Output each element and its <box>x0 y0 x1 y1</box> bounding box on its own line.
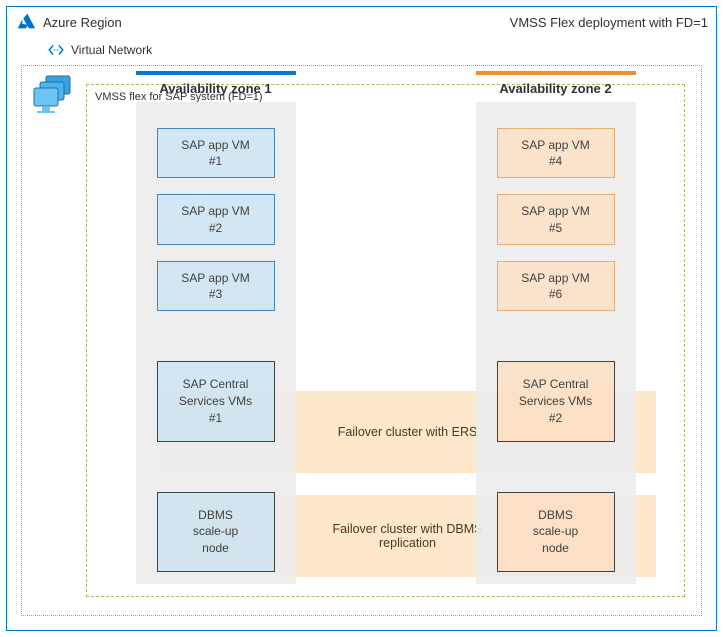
sap-app-vm-5: SAP app VM #5 <box>497 194 615 244</box>
vm-label: SAP app VM <box>521 271 589 285</box>
sap-central-services-2: SAP Central Services VMs #2 <box>497 361 615 441</box>
sap-app-vm-1: SAP app VM #1 <box>157 128 275 178</box>
vnet-label-row: Virtual Network <box>11 39 712 65</box>
dbms-line2: scale-up <box>533 524 578 538</box>
zone2-header: Availability zone 2 <box>476 71 636 102</box>
vm-label: SAP app VM <box>521 204 589 218</box>
sap-central-services-1: SAP Central Services VMs #1 <box>157 361 275 441</box>
vnet-label-text: Virtual Network <box>71 43 152 57</box>
vm-label: SAP app VM <box>181 138 249 152</box>
availability-zone-1: Availability zone 1 SAP app VM #1 SAP ap… <box>136 71 296 584</box>
vm-number: #4 <box>549 154 562 168</box>
sap-app-vm-3: SAP app VM #3 <box>157 261 275 311</box>
zone1-header: Availability zone 1 <box>136 71 296 102</box>
azure-logo-icon <box>15 11 37 33</box>
deployment-subtitle: VMSS Flex deployment with FD=1 <box>510 15 708 30</box>
sap-app-vm-4: SAP app VM #4 <box>497 128 615 178</box>
dbms-node-1: DBMS scale-up node <box>157 492 275 572</box>
azure-region-container: Azure Region VMSS Flex deployment with F… <box>6 6 717 631</box>
central-line2: Services VMs <box>519 394 592 408</box>
vm-label: SAP app VM <box>181 271 249 285</box>
vm-number: #2 <box>209 221 222 235</box>
vm-number: #1 <box>209 154 222 168</box>
vm-label: SAP app VM <box>181 204 249 218</box>
zone1-body: SAP app VM #1 SAP app VM #2 SAP app VM #… <box>136 102 296 584</box>
sap-app-vm-6: SAP app VM #6 <box>497 261 615 311</box>
dbms-line1: DBMS <box>538 508 573 522</box>
virtual-network-box: VMSS flex for SAP system (FD=1) Failover… <box>21 65 702 616</box>
central-line2: Services VMs <box>179 394 252 408</box>
vm-number: #5 <box>549 221 562 235</box>
sap-app-vm-2: SAP app VM #2 <box>157 194 275 244</box>
dbms-line1: DBMS <box>198 508 233 522</box>
region-title: Azure Region <box>43 15 122 30</box>
vnet-icon <box>47 41 65 59</box>
central-line3: #2 <box>549 411 562 425</box>
zone2-body: SAP app VM #4 SAP app VM #5 SAP app VM #… <box>476 102 636 584</box>
dbms-line3: node <box>542 541 569 555</box>
vm-number: #6 <box>549 287 562 301</box>
dbms-node-2: DBMS scale-up node <box>497 492 615 572</box>
dbms-line3: node <box>202 541 229 555</box>
top-bar: Azure Region VMSS Flex deployment with F… <box>11 11 712 39</box>
availability-zone-2: Availability zone 2 SAP app VM #4 SAP ap… <box>476 71 636 584</box>
dbms-line2: scale-up <box>193 524 238 538</box>
zones-row: Availability zone 1 SAP app VM #1 SAP ap… <box>93 71 678 584</box>
vm-stack-icon <box>32 74 78 114</box>
central-line3: #1 <box>209 411 222 425</box>
vmss-flex-box: VMSS flex for SAP system (FD=1) Failover… <box>86 84 685 597</box>
central-line1: SAP Central <box>523 377 589 391</box>
vm-label: SAP app VM <box>521 138 589 152</box>
central-line1: SAP Central <box>183 377 249 391</box>
region-title-group: Azure Region <box>15 11 122 33</box>
vm-number: #3 <box>209 287 222 301</box>
